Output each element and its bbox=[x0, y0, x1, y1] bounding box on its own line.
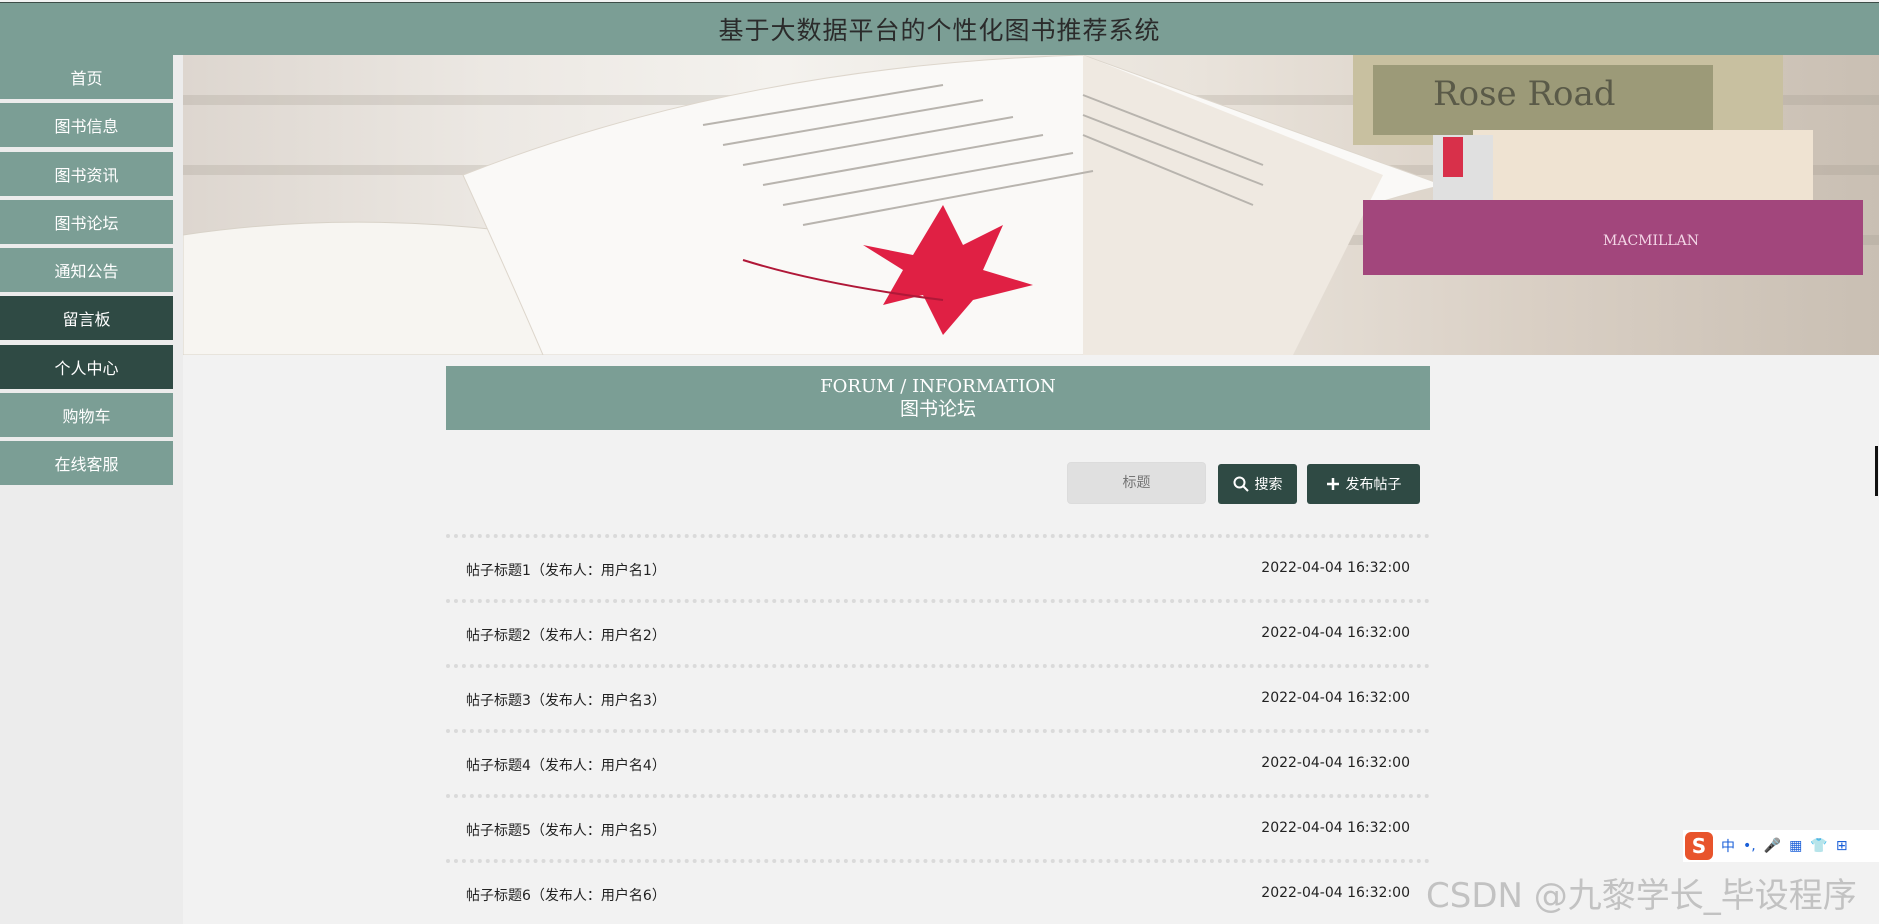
post-title[interactable]: 帖子标题6（发布人：用户名6） bbox=[466, 885, 666, 905]
post-date: 2022-04-04 16:32:00 bbox=[1261, 625, 1410, 641]
search-icon bbox=[1233, 476, 1249, 492]
apps-grid-icon[interactable]: ⊞ bbox=[1836, 838, 1848, 854]
search-button[interactable]: 搜索 bbox=[1218, 464, 1297, 504]
sidebar-item-home[interactable]: 首页 bbox=[0, 55, 173, 99]
post-list: 帖子标题1（发布人：用户名1） 2022-04-04 16:32:00 帖子标题… bbox=[446, 534, 1430, 924]
sidebar-item-book-forum[interactable]: 图书论坛 bbox=[0, 200, 173, 244]
book-spine-text: Rose Road bbox=[1433, 74, 1616, 114]
keyboard-icon[interactable]: ▦ bbox=[1789, 838, 1802, 854]
new-post-button[interactable]: 发布帖子 bbox=[1307, 464, 1420, 504]
punctuation-icon[interactable]: •, bbox=[1743, 838, 1756, 854]
post-date: 2022-04-04 16:32:00 bbox=[1261, 885, 1410, 901]
section-title-cn: 图书论坛 bbox=[899, 398, 976, 420]
sogou-logo-icon: S bbox=[1685, 832, 1713, 860]
sidebar-item-book-info[interactable]: 图书信息 bbox=[0, 103, 173, 147]
post-title[interactable]: 帖子标题2（发布人：用户名2） bbox=[466, 625, 666, 645]
post-date: 2022-04-04 16:32:00 bbox=[1261, 820, 1410, 836]
scrollbar-marker bbox=[1875, 446, 1878, 496]
ime-mode-label[interactable]: 中 bbox=[1721, 836, 1735, 856]
search-input[interactable] bbox=[1067, 462, 1206, 504]
banner-image: Rose Road MACMILLAN bbox=[183, 55, 1879, 355]
post-title[interactable]: 帖子标题5（发布人：用户名5） bbox=[466, 820, 666, 840]
post-row[interactable]: 帖子标题1（发布人：用户名1） 2022-04-04 16:32:00 bbox=[446, 534, 1430, 599]
post-title[interactable]: 帖子标题4（发布人：用户名4） bbox=[466, 755, 666, 775]
post-row[interactable]: 帖子标题3（发布人：用户名3） 2022-04-04 16:32:00 bbox=[446, 664, 1430, 729]
post-row[interactable]: 帖子标题2（发布人：用户名2） 2022-04-04 16:32:00 bbox=[446, 599, 1430, 664]
section-title-en: FORUM / INFORMATION bbox=[820, 376, 1056, 397]
post-title[interactable]: 帖子标题3（发布人：用户名3） bbox=[466, 690, 666, 710]
sidebar-item-notices[interactable]: 通知公告 bbox=[0, 248, 173, 292]
csdn-watermark: CSDN @九黎学长_毕设程序 bbox=[1426, 876, 1857, 916]
sidebar-item-message-board[interactable]: 留言板 bbox=[0, 296, 173, 340]
post-date: 2022-04-04 16:32:00 bbox=[1261, 560, 1410, 576]
ime-toolbar[interactable]: S 中 •, 🎤 ▦ 👕 ⊞ bbox=[1683, 830, 1879, 862]
section-header: FORUM / INFORMATION 图书论坛 bbox=[446, 366, 1430, 430]
site-title: 基于大数据平台的个性化图书推荐系统 bbox=[718, 16, 1161, 45]
skin-icon[interactable]: 👕 bbox=[1810, 838, 1827, 854]
top-header: 基于大数据平台的个性化图书推荐系统 bbox=[0, 2, 1879, 55]
microphone-icon[interactable]: 🎤 bbox=[1764, 838, 1781, 854]
sidebar-nav: 首页 图书信息 图书资讯 图书论坛 通知公告 留言板 个人中心 购物车 在线客服 bbox=[0, 55, 183, 924]
post-row[interactable]: 帖子标题4（发布人：用户名4） 2022-04-04 16:32:00 bbox=[446, 729, 1430, 794]
new-post-button-label: 发布帖子 bbox=[1345, 477, 1402, 493]
sidebar-item-online-service[interactable]: 在线客服 bbox=[0, 441, 173, 485]
book-illustration: Rose Road MACMILLAN bbox=[183, 55, 1863, 355]
post-date: 2022-04-04 16:32:00 bbox=[1261, 690, 1410, 706]
sidebar-item-book-news[interactable]: 图书资讯 bbox=[0, 152, 173, 196]
sidebar-item-personal-center[interactable]: 个人中心 bbox=[0, 345, 173, 389]
post-row[interactable]: 帖子标题5（发布人：用户名5） 2022-04-04 16:32:00 bbox=[446, 794, 1430, 859]
post-date: 2022-04-04 16:32:00 bbox=[1261, 755, 1410, 771]
book-spine-text2: MACMILLAN bbox=[1603, 233, 1699, 249]
post-row[interactable]: 帖子标题6（发布人：用户名6） 2022-04-04 16:32:00 bbox=[446, 859, 1430, 924]
search-button-label: 搜索 bbox=[1254, 477, 1283, 493]
plus-icon bbox=[1326, 478, 1339, 490]
sidebar-item-cart[interactable]: 购物车 bbox=[0, 393, 173, 437]
post-title[interactable]: 帖子标题1（发布人：用户名1） bbox=[466, 560, 666, 580]
